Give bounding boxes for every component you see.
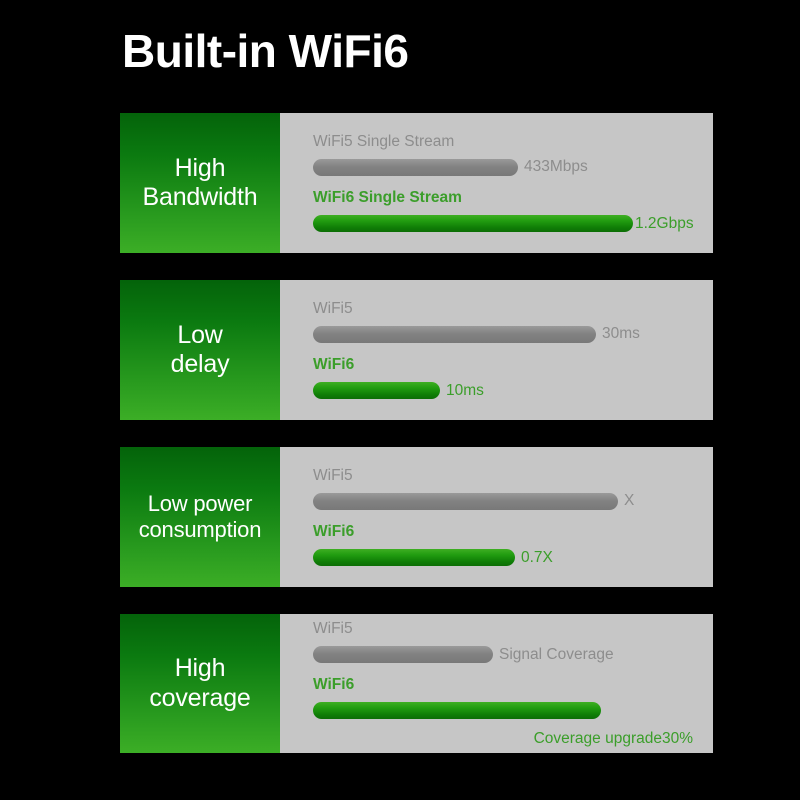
card-label-line-2: delay (170, 350, 230, 378)
card-body-high-coverage: WiFi5 Signal Coverage WiFi6 Coverage upg… (280, 614, 713, 753)
bar-wifi6 (313, 215, 633, 232)
bar-value-wifi6: Coverage upgrade30% (533, 729, 693, 747)
card-label-text: Low power consumption (139, 491, 262, 543)
bar-value-wifi5: 433Mbps (524, 158, 588, 176)
bar-wifi6 (313, 549, 515, 566)
bar-value-wifi6: 0.7X (521, 548, 553, 566)
card-label-text: High coverage (149, 654, 250, 713)
bar-group-wifi6: WiFi6 Single Stream 1.2Gbps (313, 190, 703, 233)
bar-row-wifi5: 30ms (313, 325, 703, 343)
bar-wifi6 (313, 382, 440, 399)
card-label-panel-high-coverage: High coverage (120, 614, 280, 753)
bar-caption-wifi5: WiFi5 (313, 466, 353, 484)
bar-value-wifi6: 10ms (446, 381, 484, 399)
bar-wifi5 (313, 645, 493, 663)
card-body-low-power-consumption: WiFi5 X WiFi6 0.7X (280, 447, 713, 587)
bar-row-wifi5: 433Mbps (313, 158, 703, 176)
bar-wifi5 (313, 492, 618, 510)
bar-row-wifi6 (313, 702, 703, 720)
bar-group-wifi6: WiFi6 0.7X (313, 524, 703, 567)
card-label-line-2: consumption (138, 517, 262, 542)
infographic-page: Built-in WiFi6 High Bandwidth WiFi5 Sing… (0, 0, 800, 800)
bar-caption-wifi6: WiFi6 Single Stream (313, 189, 462, 206)
card-label-panel-low-delay: Low delay (120, 280, 280, 420)
page-title: Built-in WiFi6 (122, 25, 409, 77)
bar-row-wifi6: 1.2Gbps (313, 215, 703, 233)
bar-group-wifi5: WiFi5 Signal Coverage (313, 621, 703, 664)
feature-card-high-bandwidth: High Bandwidth WiFi5 Single Stream 433Mb… (120, 113, 713, 253)
card-label-line-1: Low power (147, 491, 253, 517)
card-body-low-delay: WiFi5 30ms WiFi6 10ms (280, 280, 713, 420)
bar-value-wifi6: 1.2Gbps (635, 214, 694, 232)
bar-caption-wifi6: WiFi6 (313, 523, 355, 540)
bar-group-wifi6: WiFi6 10ms (313, 357, 703, 400)
card-label-line-1: High (174, 153, 226, 182)
bar-value-wifi5: Signal Coverage (499, 645, 614, 663)
bar-value-wifi5: X (624, 492, 635, 510)
feature-card-low-delay: Low delay WiFi5 30ms WiFi6 10ms (120, 280, 713, 420)
card-label-text: High Bandwidth (143, 154, 258, 213)
bar-row-wifi5: Signal Coverage (313, 645, 703, 663)
card-label-line-1: Low (177, 320, 223, 349)
bar-group-wifi5: WiFi5 X (313, 466, 703, 511)
card-body-high-bandwidth: WiFi5 Single Stream 433Mbps WiFi6 Single… (280, 113, 713, 253)
card-label-line-1: High (174, 654, 226, 682)
bar-row-wifi5: X (313, 492, 703, 510)
bar-value-wifi5: 30ms (602, 325, 640, 343)
bar-wifi5 (313, 325, 596, 343)
bar-caption-wifi5: WiFi5 (313, 619, 353, 637)
card-label-line-2: Bandwidth (142, 183, 258, 211)
bar-row-wifi6: 10ms (313, 382, 703, 400)
bar-caption-wifi5: WiFi5 Single Stream (313, 132, 455, 150)
card-label-text: Low delay (171, 321, 230, 380)
bar-caption-wifi6: WiFi6 (313, 356, 355, 373)
bar-caption-wifi6: WiFi6 (313, 676, 355, 694)
feature-card-low-power-consumption: Low power consumption WiFi5 X WiFi6 0.7X (120, 447, 713, 587)
bar-wifi6 (313, 702, 601, 720)
bar-row-wifi6: 0.7X (313, 549, 703, 567)
feature-card-list: High Bandwidth WiFi5 Single Stream 433Mb… (120, 113, 713, 753)
card-label-panel-low-power-consumption: Low power consumption (120, 447, 280, 587)
card-label-panel-high-bandwidth: High Bandwidth (120, 113, 280, 253)
bar-group-wifi5: WiFi5 30ms (313, 299, 703, 344)
bar-caption-wifi5: WiFi5 (313, 299, 353, 317)
bar-group-wifi5: WiFi5 Single Stream 433Mbps (313, 132, 703, 177)
feature-card-high-coverage: High coverage WiFi5 Signal Coverage WiFi… (120, 614, 713, 753)
bar-group-wifi6: WiFi6 Coverage upgrade30% (313, 677, 703, 746)
bar-wifi5 (313, 158, 518, 176)
card-label-line-2: coverage (149, 683, 251, 712)
